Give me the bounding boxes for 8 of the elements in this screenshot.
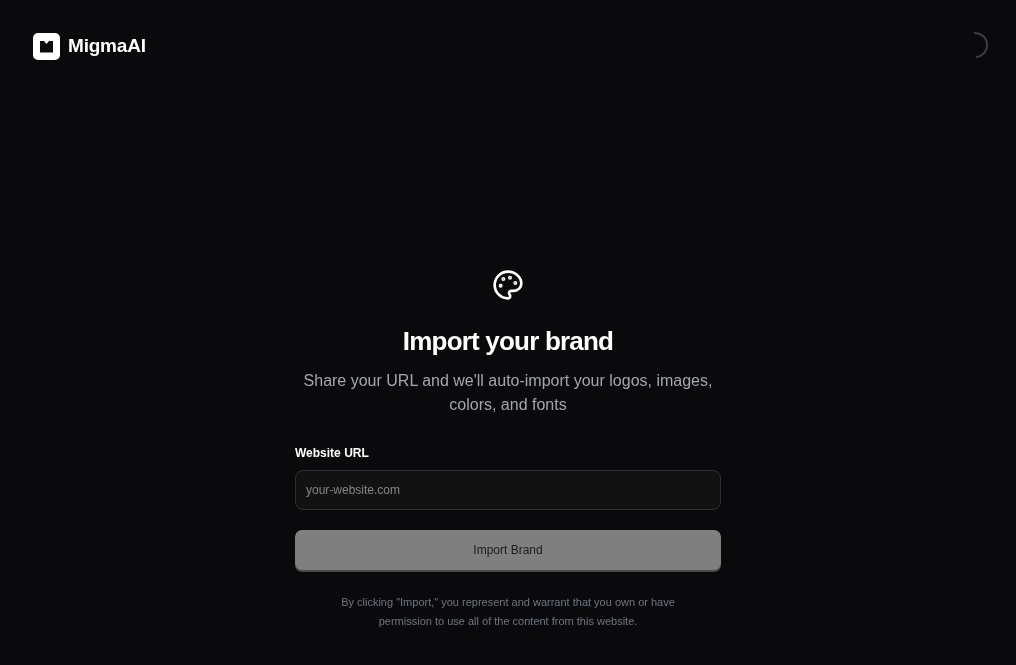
logo-icon xyxy=(33,32,60,60)
field-label: Website URL xyxy=(295,445,370,461)
url-input-field[interactable]: your-website.com xyxy=(295,470,721,510)
page-subtitle: Share your URL and we'll auto-import your logos, images, colors, and fonts xyxy=(302,371,714,415)
brand-name[interactable]: MigmaAI xyxy=(68,35,146,57)
page-title: Import your brand xyxy=(402,325,614,357)
disclaimer-text: By clicking "Import," you represent and warrant that you own or have permission to use all of the content from this website. xyxy=(340,595,676,629)
palette-icon xyxy=(492,269,524,301)
